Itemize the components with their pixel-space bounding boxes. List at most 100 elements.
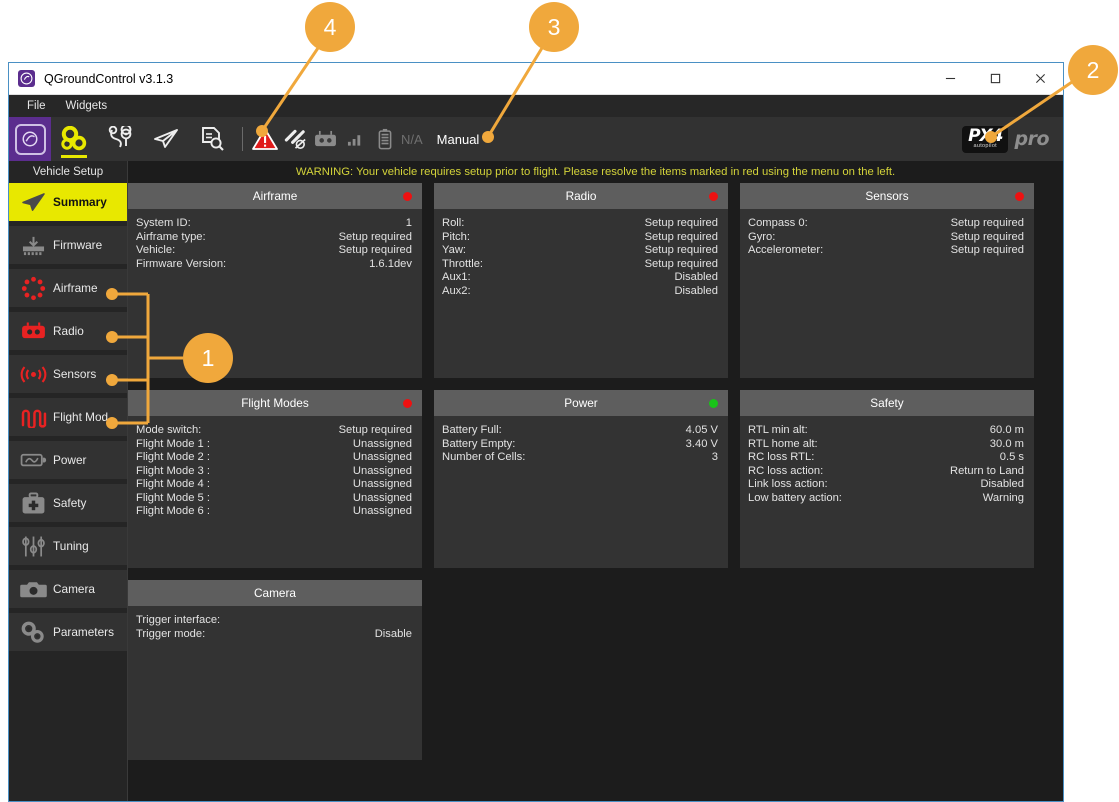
- toolbar-divider: [242, 127, 243, 151]
- summary-row: Yaw: Setup required: [442, 244, 718, 258]
- sidebar-item-label: Safety: [53, 496, 87, 510]
- sidebar-item-camera[interactable]: Camera: [9, 570, 127, 608]
- sidebar-item-safety[interactable]: Safety: [9, 484, 127, 522]
- summary-row: Flight Mode 5 : Unassigned: [136, 492, 412, 506]
- menu-file[interactable]: File: [17, 98, 56, 114]
- callout-badge-1: 1: [183, 333, 233, 383]
- panel-title: Flight Modes: [241, 396, 309, 410]
- row-value: Setup required: [644, 244, 718, 256]
- row-label: Flight Mode 4 :: [136, 478, 210, 490]
- row-label: RC loss RTL:: [748, 451, 815, 463]
- panel-body: Compass 0: Setup required Gyro: Setup requ…: [740, 209, 1034, 266]
- row-value: Disabled: [980, 478, 1024, 490]
- toolbar-plan[interactable]: [97, 117, 143, 161]
- panel-flight-modes[interactable]: Flight Modes Mode switch: Setup required …: [128, 390, 422, 568]
- status-dot-green: [709, 399, 718, 408]
- status-dot-red: [403, 399, 412, 408]
- sidebar-item-summary[interactable]: Summary: [9, 183, 127, 221]
- toolbar-analyze[interactable]: [189, 117, 235, 161]
- battery-icon[interactable]: [370, 117, 400, 161]
- row-label: Trigger interface:: [136, 614, 221, 626]
- panel-body: Roll: Setup required Pitch: Setup required…: [434, 209, 728, 306]
- sidebar-item-tuning[interactable]: Tuning: [9, 527, 127, 565]
- maximize-button[interactable]: [973, 63, 1018, 94]
- row-value: Warning: [982, 491, 1024, 504]
- summary-row: Number of Cells: 3: [442, 451, 718, 465]
- summary-row: Airframe type: Setup required: [136, 231, 412, 245]
- status-dot-red: [1015, 192, 1024, 201]
- menu-widgets[interactable]: Widgets: [56, 98, 118, 114]
- panel-sensors[interactable]: Sensors Compass 0: Setup required Gyro: Se…: [740, 183, 1034, 378]
- callout-badge-3: 3: [529, 2, 579, 52]
- sidebar-item-airframe[interactable]: Airframe: [9, 269, 127, 307]
- summary-row: Mode switch: Setup required: [136, 424, 412, 438]
- panel-radio[interactable]: Radio Roll: Setup required Pitch: Setup re…: [434, 183, 728, 378]
- summary-row: Flight Mode 6 : Unassigned: [136, 505, 412, 519]
- callout-badge-2: 2: [1068, 45, 1118, 95]
- panel-body: Battery Full: 4.05 V Battery Empty: 3.40 V…: [434, 416, 728, 473]
- summary-row: RTL min alt: 60.0 m: [748, 424, 1024, 438]
- window-title: QGroundControl v3.1.3: [44, 71, 174, 86]
- panel-safety[interactable]: Safety RTL min alt: 60.0 m RTL home alt: 3…: [740, 390, 1034, 568]
- panel-power[interactable]: Power Battery Full: 4.05 V Battery Empty:…: [434, 390, 728, 568]
- row-value: Return to Land: [949, 464, 1024, 477]
- telemetry-bars-icon[interactable]: [340, 117, 370, 161]
- row-label: Aux2:: [442, 284, 471, 297]
- qgc-home-button[interactable]: [9, 117, 51, 161]
- panel-camera[interactable]: Camera Trigger interface: Trigger mode: D…: [128, 580, 422, 760]
- sidebar-item-radio[interactable]: Radio: [9, 312, 127, 350]
- summary-row: Aux1: Disabled: [442, 271, 718, 285]
- close-button[interactable]: [1018, 63, 1063, 94]
- tuning-sliders-icon: [15, 531, 51, 561]
- panel-title: Camera: [254, 586, 296, 600]
- row-value: Disable: [374, 627, 412, 640]
- row-value: Unassigned: [352, 464, 412, 477]
- row-label: Yaw:: [442, 244, 467, 256]
- sidebar-item-parameters[interactable]: Parameters: [9, 613, 127, 651]
- warning-triangle-icon[interactable]: [250, 117, 280, 161]
- sidebar-item-firmware[interactable]: Firmware: [9, 226, 127, 264]
- gps-satellite-icon[interactable]: [280, 117, 310, 161]
- toolbar-vehicle-setup[interactable]: [51, 117, 97, 161]
- row-value: Unassigned: [352, 437, 412, 450]
- row-label: Link loss action:: [748, 478, 828, 490]
- row-label: Gyro:: [748, 230, 776, 243]
- qgc-home-icon: [14, 123, 46, 155]
- summary-row: Trigger interface:: [136, 614, 412, 628]
- summary-panel-area: Airframe System ID: 1 Airframe type: Setup…: [128, 183, 1063, 801]
- title-bar: QGroundControl v3.1.3: [9, 63, 1063, 95]
- row-value: Unassigned: [352, 478, 412, 490]
- panel-body: RTL min alt: 60.0 m RTL home alt: 30.0 m R…: [740, 416, 1034, 513]
- row-label: Accelerometer:: [748, 244, 824, 256]
- row-label: Mode switch:: [136, 424, 202, 436]
- rc-transmitter-icon[interactable]: [310, 117, 340, 161]
- sidebar-item-label: Radio: [53, 324, 84, 338]
- sidebar-item-sensors[interactable]: Sensors: [9, 355, 127, 393]
- sensors-waves-icon: [15, 359, 51, 389]
- row-label: Flight Mode 2 :: [136, 451, 210, 463]
- panel-title: Airframe: [252, 189, 298, 203]
- row-value: 60.0 m: [989, 424, 1024, 436]
- px4-pro-logo: PX4 autopilot pro: [962, 126, 1049, 153]
- row-value: Disabled: [674, 271, 718, 283]
- sidebar-item-label: Sensors: [53, 367, 97, 381]
- sidebar-item-power[interactable]: Power: [9, 441, 127, 479]
- status-dot-red: [403, 192, 412, 201]
- panel-airframe[interactable]: Airframe System ID: 1 Airframe type: Setup…: [128, 183, 422, 378]
- toolbar-fly[interactable]: [143, 117, 189, 161]
- panel-header: Power: [434, 390, 728, 416]
- sidebar-item-flight-modes[interactable]: Flight Mod: [9, 398, 127, 436]
- row-value: Setup required: [644, 230, 718, 243]
- minimize-button[interactable]: [928, 63, 973, 94]
- summary-row: Flight Mode 3 : Unassigned: [136, 465, 412, 479]
- panel-body: Trigger interface: Trigger mode: Disable: [128, 606, 422, 649]
- sidebar-item-label: Parameters: [53, 625, 114, 639]
- sidebar-item-label: Camera: [53, 582, 95, 596]
- px4-pro-suffix: pro: [1014, 128, 1049, 151]
- row-label: Flight Mode 1 :: [136, 437, 210, 450]
- row-label: Airframe type:: [136, 230, 206, 243]
- paper-plane-icon: [15, 187, 51, 217]
- camera-icon: [15, 574, 51, 604]
- flight-mode-label[interactable]: Manual: [437, 132, 480, 147]
- summary-row: Flight Mode 1 : Unassigned: [136, 438, 412, 452]
